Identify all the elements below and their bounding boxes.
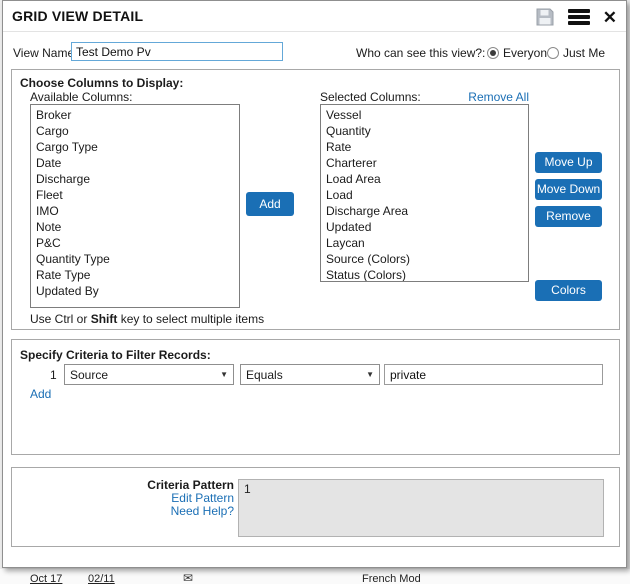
criteria-pattern-textarea[interactable]: 1 — [238, 479, 604, 537]
available-columns-listbox[interactable]: BrokerCargoCargo TypeDateDischargeFleetI… — [30, 104, 240, 308]
criteria-panel: Specify Criteria to Filter Records: 1 So… — [11, 339, 620, 455]
chevron-down-icon: ▼ — [366, 370, 374, 379]
radio-just-me-label: Just Me — [563, 46, 605, 60]
available-column-item[interactable]: Date — [31, 155, 239, 171]
available-column-item[interactable]: Quantity Type — [31, 251, 239, 267]
selected-columns-label: Selected Columns: — [320, 90, 421, 104]
need-help-link[interactable]: Need Help? — [12, 505, 234, 517]
view-name-input[interactable] — [71, 42, 283, 61]
criteria-operator-select[interactable]: Equals ▼ — [240, 364, 380, 385]
envelope-icon: ✉ — [183, 571, 193, 584]
add-columns-button[interactable]: Add — [246, 192, 294, 216]
move-down-button[interactable]: Move Down — [535, 179, 602, 200]
move-up-button[interactable]: Move Up — [535, 152, 602, 173]
available-column-item[interactable]: Discharge — [31, 171, 239, 187]
available-column-item[interactable]: IMO — [31, 203, 239, 219]
background-date-cell: Oct 17 — [30, 573, 62, 584]
selected-column-item[interactable]: Discharge Area — [321, 203, 528, 219]
available-column-item[interactable]: Broker — [31, 107, 239, 123]
criteria-field-select[interactable]: Source ▼ — [64, 364, 234, 385]
close-icon[interactable]: ✕ — [603, 9, 617, 26]
radio-just-me[interactable] — [547, 47, 559, 59]
selected-column-item[interactable]: Quantity — [321, 123, 528, 139]
available-columns-label: Available Columns: — [30, 90, 133, 104]
background-text-cell: French Mod — [362, 573, 421, 584]
background-number-cell: 02/11 — [88, 573, 115, 584]
selected-column-item[interactable]: Charterer — [321, 155, 528, 171]
dialog-title: GRID VIEW DETAIL — [12, 8, 143, 24]
remove-all-link[interactable]: Remove All — [432, 90, 529, 104]
available-column-item[interactable]: Rate Type — [31, 267, 239, 283]
selected-column-item[interactable]: Status (Colors) — [321, 267, 528, 282]
grid-view-detail-dialog: GRID VIEW DETAIL ✕ View Name: Who can se… — [2, 0, 627, 568]
criteria-pattern-title: Criteria Pattern — [12, 479, 234, 491]
available-column-item[interactable]: Cargo Type — [31, 139, 239, 155]
available-column-item[interactable]: P&C — [31, 235, 239, 251]
hint-shift: Shift — [91, 312, 118, 326]
hint-suffix: key to select multiple items — [117, 312, 264, 326]
selected-columns-listbox[interactable]: VesselQuantityRateChartererLoad AreaLoad… — [320, 104, 529, 282]
colors-button[interactable]: Colors — [535, 280, 602, 301]
criteria-row-index: 1 — [50, 368, 57, 382]
multi-select-hint: Use Ctrl or Shift key to select multiple… — [30, 312, 264, 326]
chevron-down-icon: ▼ — [220, 370, 228, 379]
criteria-pattern-panel: Criteria Pattern Edit Pattern Need Help?… — [11, 467, 620, 547]
criteria-section-title: Specify Criteria to Filter Records: — [20, 348, 211, 362]
selected-column-item[interactable]: Load Area — [321, 171, 528, 187]
selected-column-item[interactable]: Vessel — [321, 107, 528, 123]
header-icons: ✕ — [535, 4, 617, 30]
dialog-header: GRID VIEW DETAIL ✕ — [3, 1, 626, 32]
available-column-item[interactable]: Fleet — [31, 187, 239, 203]
view-name-label: View Name: — [13, 46, 77, 60]
pattern-labels: Criteria Pattern Edit Pattern Need Help? — [12, 479, 234, 518]
radio-everyone[interactable] — [487, 47, 499, 59]
remove-button[interactable]: Remove — [535, 206, 602, 227]
selected-column-item[interactable]: Rate — [321, 139, 528, 155]
selected-column-item[interactable]: Updated — [321, 219, 528, 235]
visibility-label: Who can see this view?: — [356, 46, 485, 60]
selected-column-item[interactable]: Load — [321, 187, 528, 203]
criteria-operator-value: Equals — [246, 368, 283, 382]
criteria-field-value: Source — [70, 368, 108, 382]
save-icon[interactable] — [535, 7, 555, 27]
hint-prefix: Use Ctrl or — [30, 312, 91, 326]
columns-panel: Choose Columns to Display: Available Col… — [11, 69, 620, 330]
selected-column-item[interactable]: Laycan — [321, 235, 528, 251]
add-criteria-link[interactable]: Add — [30, 387, 51, 401]
selected-column-item[interactable]: Source (Colors) — [321, 251, 528, 267]
background-grid-row: Oct 17 02/11 ✉ French Mod — [0, 569, 630, 584]
available-column-item[interactable]: Note — [31, 219, 239, 235]
criteria-value-input[interactable] — [384, 364, 603, 385]
available-column-item[interactable]: Updated By — [31, 283, 239, 299]
edit-pattern-link[interactable]: Edit Pattern — [12, 492, 234, 504]
menu-icon[interactable] — [568, 8, 590, 26]
columns-section-title: Choose Columns to Display: — [20, 76, 183, 90]
available-column-item[interactable]: Cargo — [31, 123, 239, 139]
screen: Oct 17 02/11 ✉ French Mod GRID VIEW DETA… — [0, 0, 630, 584]
